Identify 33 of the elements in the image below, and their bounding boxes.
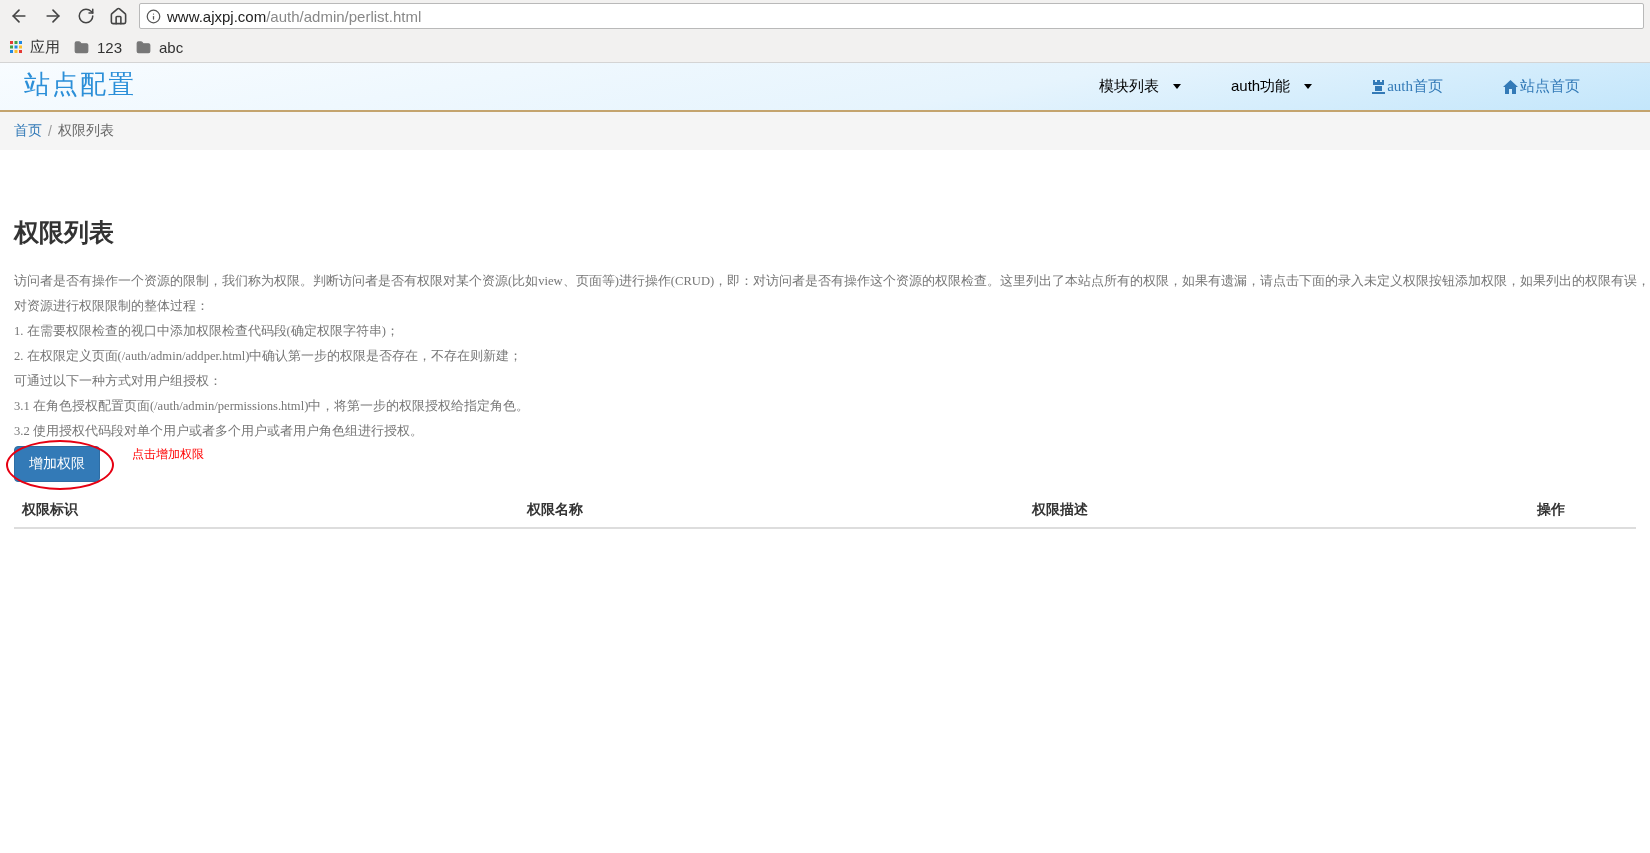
nav-link[interactable]: 站点首页 [1478, 77, 1605, 96]
bookmark-item[interactable]: 应用 [10, 37, 60, 57]
description-text: 1. 在需要权限检查的视口中添加权限检查代码段(确定权限字符串)； [14, 323, 399, 340]
column-header: 权限描述 [1031, 500, 1089, 519]
nav-dropdown[interactable]: 模块列表 [1073, 77, 1206, 96]
column-header: 权限标识 [21, 500, 79, 519]
annotation-text: 点击增加权限 [132, 446, 204, 463]
info-icon [146, 8, 161, 24]
add-permission-button[interactable]: 增加权限 [14, 446, 100, 482]
bookmark-item[interactable]: abc [136, 38, 184, 56]
column-header: 权限名称 [526, 500, 584, 519]
caret-icon [1172, 84, 1181, 89]
rook-icon [1372, 79, 1386, 94]
breadcrumb-item[interactable]: 首页 [14, 122, 42, 140]
description-text: 2. 在权限定义页面(/auth/admin/addper.html)中确认第一步的权限是否存在，不存在则新建； [14, 348, 523, 365]
description-text: 可通过以下一种方式对用户组授权： [14, 373, 222, 390]
address-bar[interactable]: www.ajxpj.com/auth/admin/perlist.html [139, 3, 1644, 29]
nav-dropdown[interactable]: auth功能 [1205, 77, 1338, 96]
description-text: 对资源进行权限限制的整体过程： [14, 298, 209, 315]
breadcrumb-separator: / [48, 123, 52, 139]
home-icon [1503, 79, 1518, 94]
column-header: 操作 [1536, 500, 1566, 519]
description-text: 3.2 使用授权代码段对单个用户或者多个用户或者用户角色组进行授权。 [14, 423, 423, 440]
caret-icon [1304, 84, 1313, 89]
bookmark-item[interactable]: 123 [74, 38, 123, 56]
folder-icon [136, 39, 152, 55]
nav-link[interactable]: auth首页 [1347, 77, 1468, 96]
description-text: 3.1 在角色授权配置页面(/auth/admin/permissions.html)中，将第一步的权限授权给指定角色。 [14, 398, 530, 415]
breadcrumb-item[interactable]: 权限列表 [57, 122, 114, 140]
page-title: 权限列表 [14, 217, 115, 248]
description-text: 访问者是否有操作一个资源的限制，我们称为权限。判断访问者是否有权限对某个资源(比如view、页面等)进行操作(CRUD)，即：对访问者是否有操作这个资源的权限检查。这里列出了本站点所有的权限，如果有遗漏，请点击下面的录入未定义权限按钮添加权限，如果列出的权限有误， [14, 273, 1650, 290]
folder-icon [74, 39, 89, 55]
apps-grid-icon [10, 41, 22, 53]
